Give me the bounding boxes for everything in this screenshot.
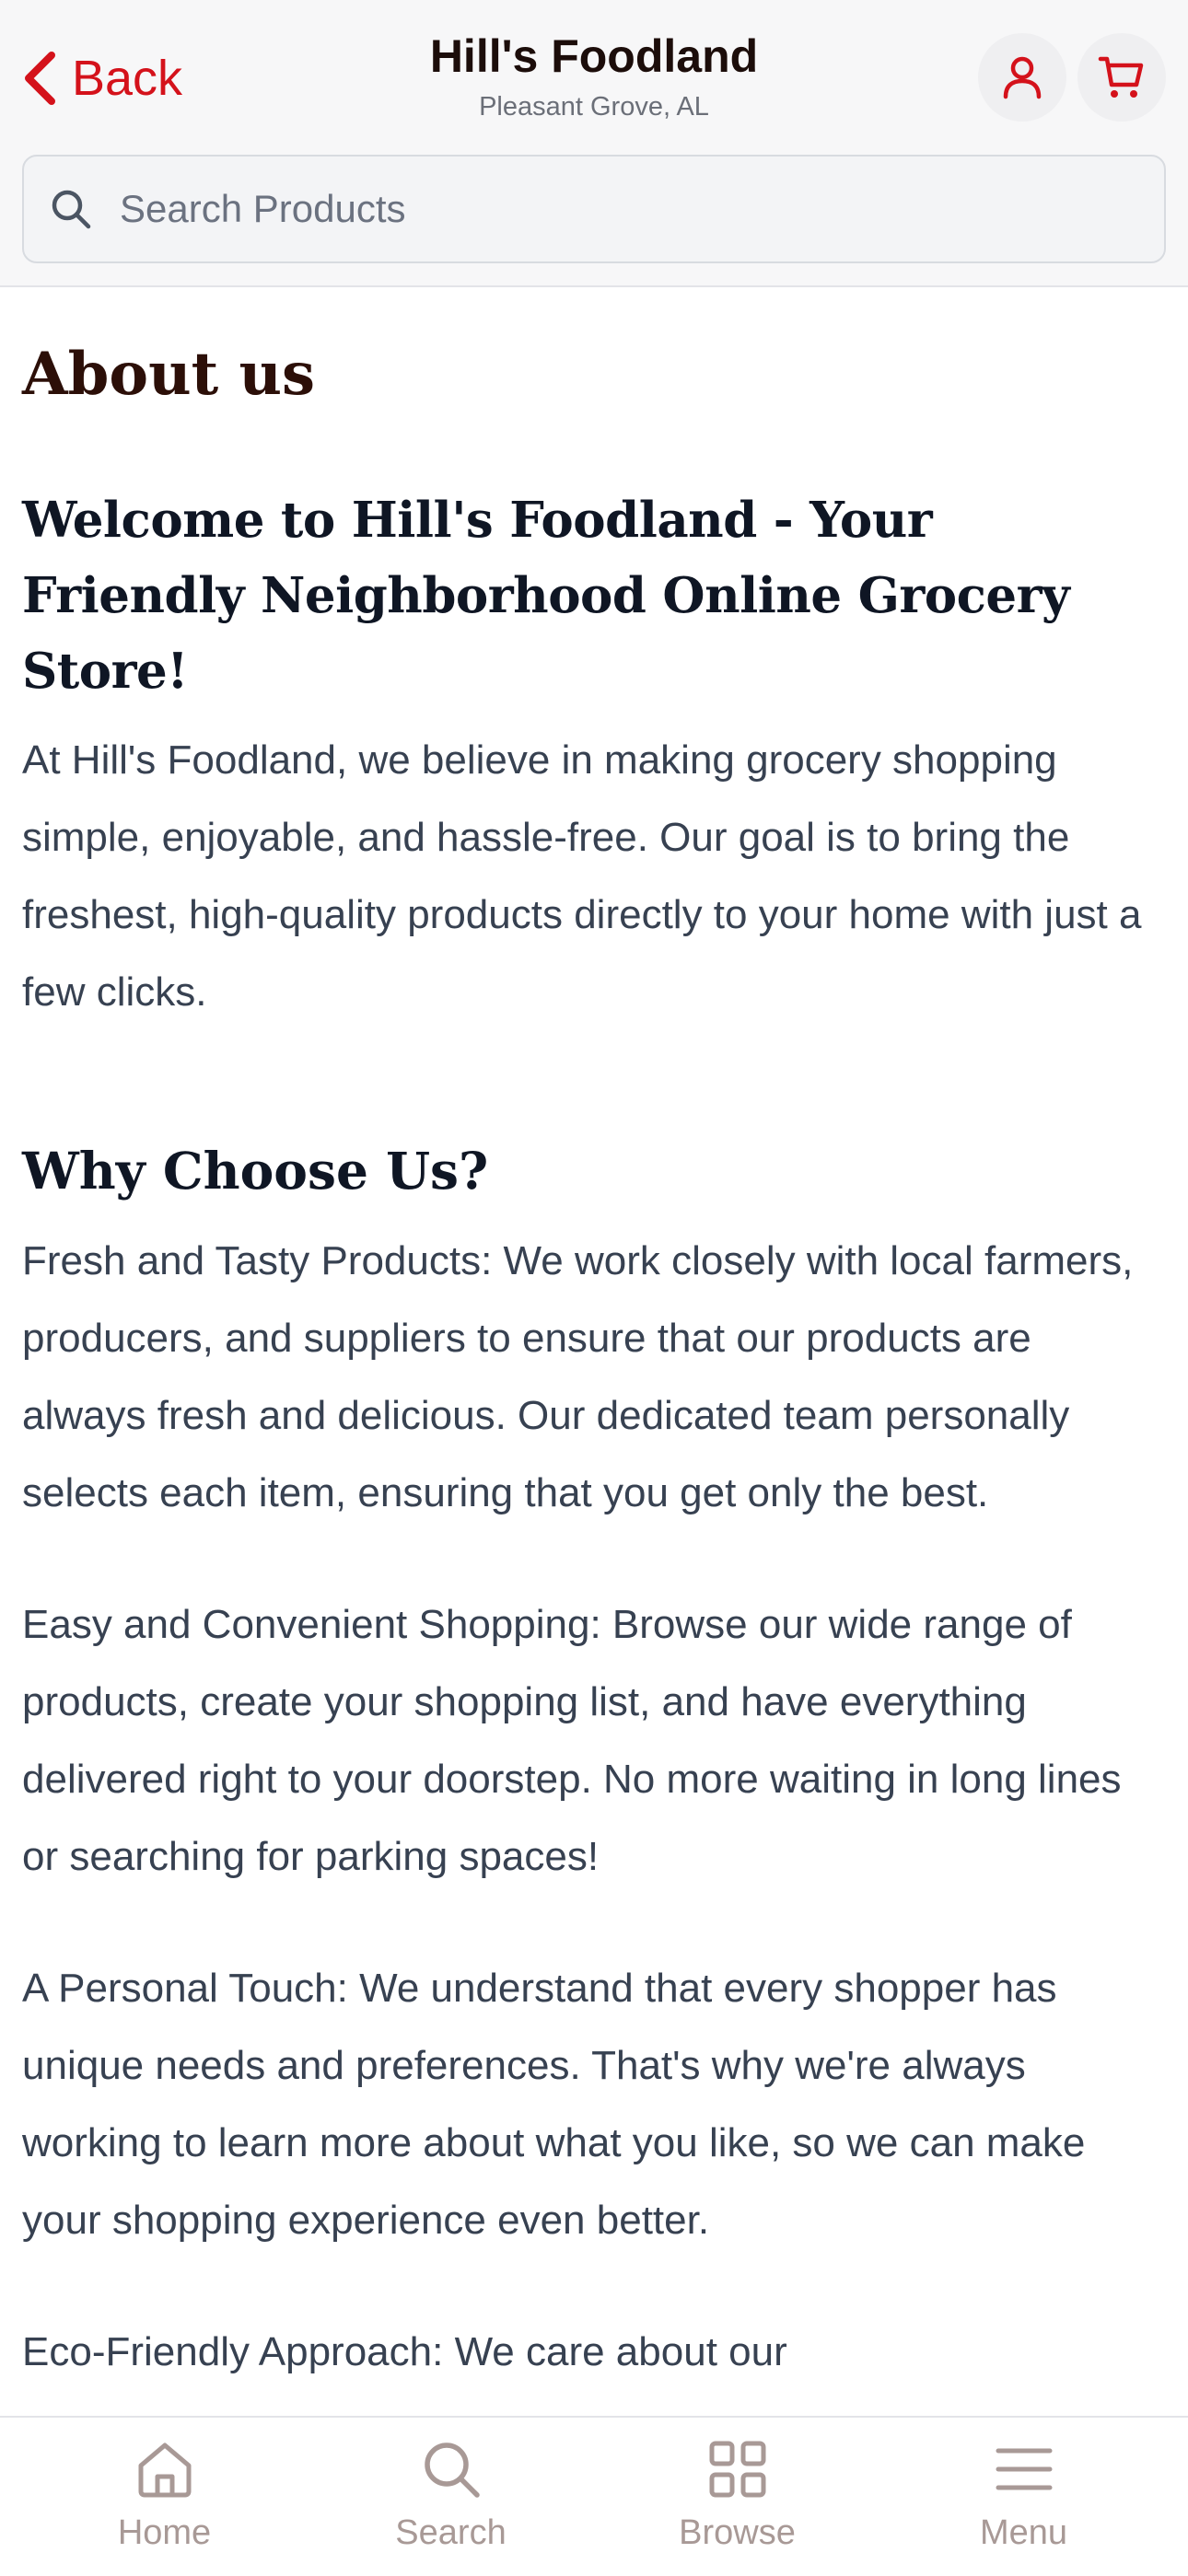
- nav-label-menu: Menu: [979, 2513, 1068, 2552]
- menu-icon: [996, 2448, 1052, 2490]
- about-content: About us Welcome to Hill's Foodland - Yo…: [0, 287, 1188, 2416]
- nav-item-browse[interactable]: Browse: [594, 2418, 880, 2576]
- search-icon: [52, 190, 91, 229]
- nav-label-search: Search: [395, 2513, 507, 2552]
- search-input[interactable]: [118, 186, 1131, 232]
- search-icon: [424, 2443, 480, 2498]
- paragraph-eco-friendly: Eco-Friendly Approach: We care about our: [22, 2329, 787, 2374]
- nav-label-browse: Browse: [679, 2513, 796, 2552]
- paragraph-easy-shopping: Easy and Convenient Shopping: Browse our…: [22, 1602, 1122, 1879]
- nav-label-home: Home: [117, 2513, 212, 2552]
- paragraph-personal-touch: A Personal Touch: We understand that eve…: [22, 1966, 1086, 2243]
- welcome-heading: Welcome to Hill's Foodland - Your Friend…: [22, 492, 1070, 700]
- cart-button[interactable]: [1077, 33, 1166, 122]
- search-bar[interactable]: [22, 155, 1166, 263]
- bottom-nav: Home Search Browse Menu: [0, 2416, 1188, 2574]
- intro-paragraph: At Hill's Foodland, we believe in making…: [22, 737, 1142, 1015]
- page-title: About us: [22, 340, 316, 409]
- account-button[interactable]: [978, 33, 1066, 122]
- paragraph-fresh-products: Fresh and Tasty Products: We work closel…: [22, 1238, 1134, 1515]
- nav-item-search[interactable]: Search: [308, 2418, 594, 2576]
- nav-item-menu[interactable]: Menu: [880, 2418, 1167, 2576]
- nav-item-home[interactable]: Home: [21, 2418, 308, 2576]
- grid-icon: [709, 2441, 765, 2498]
- why-choose-heading: Why Choose Us?: [22, 1141, 489, 1201]
- home-icon: [138, 2443, 191, 2498]
- cart-icon: [1098, 56, 1144, 98]
- app-header: Back Hill's Foodland Pleasant Grove, AL: [0, 0, 1188, 287]
- user-icon: [1003, 56, 1042, 99]
